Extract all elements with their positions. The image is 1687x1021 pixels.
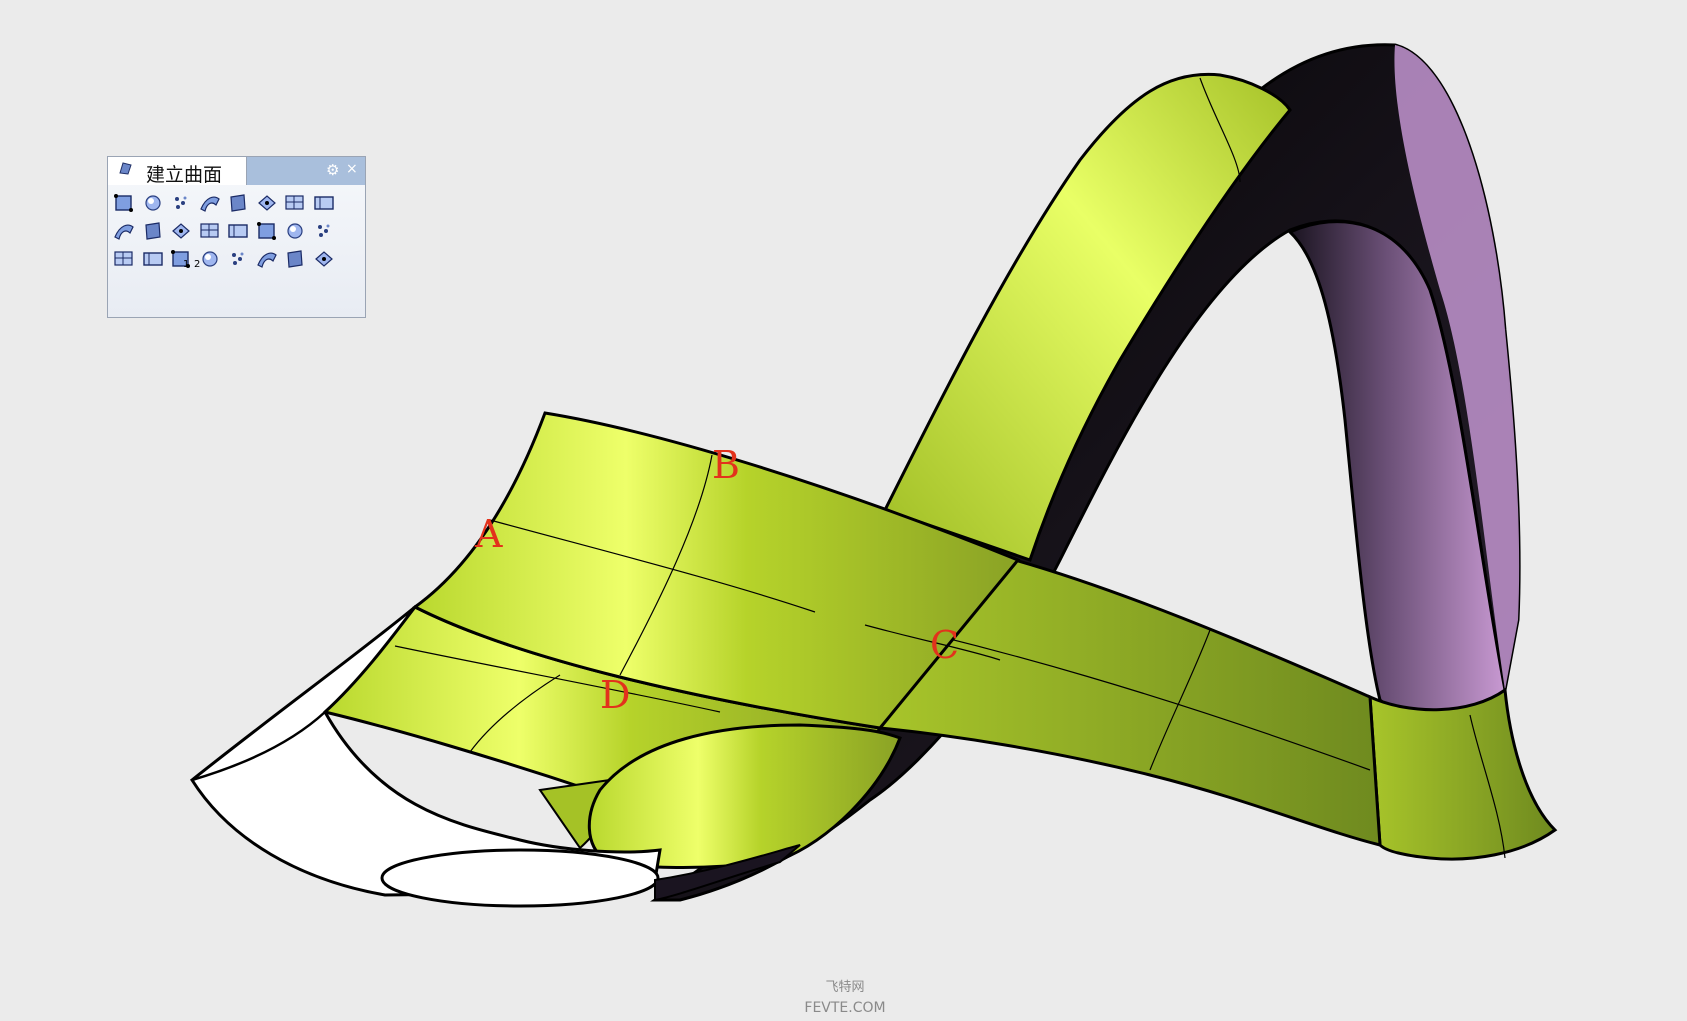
- gear-icon[interactable]: ⚙: [326, 162, 339, 178]
- revolve-surface-icon[interactable]: [198, 247, 222, 271]
- cone-surface-icon-glyph: [317, 224, 329, 237]
- watermark-en: FEVTE.COM: [804, 1000, 886, 1016]
- create-surface-toolbar[interactable]: 建立曲面 ⚙ × 12: [107, 156, 366, 318]
- sole-outline: [380, 848, 660, 908]
- patch-surface-icon-glyph: [230, 194, 246, 212]
- blend-surface-icon[interactable]: [255, 219, 279, 243]
- point-label-a: A: [474, 512, 503, 556]
- rail-revolve-surface-icon-glyph: [232, 252, 244, 265]
- drape-surface-icon[interactable]: [141, 247, 165, 271]
- surface-from-points-icon-glyph: [114, 194, 133, 212]
- edge-surface-icon[interactable]: [255, 191, 279, 215]
- sweep-surface-icon-glyph: [199, 196, 220, 212]
- toolbar-header[interactable]: 建立曲面 ⚙ ×: [108, 157, 365, 186]
- point-label-b: B: [712, 443, 740, 487]
- sphere-patch-icon[interactable]: [141, 191, 165, 215]
- rail-revolve-surface-icon[interactable]: [226, 247, 250, 271]
- sweep-two-rail-mark: 2: [194, 259, 201, 270]
- blend-surface-icon-glyph: [256, 222, 276, 240]
- network-points-icon-glyph: [175, 196, 187, 209]
- watermark-cn: 飞特网: [825, 980, 865, 995]
- cap-surface-icon[interactable]: [255, 247, 279, 271]
- edge-surface-icon-glyph: [257, 195, 276, 211]
- cone-surface-icon[interactable]: [312, 219, 336, 243]
- loft-surface-icon[interactable]: [226, 219, 250, 243]
- sweep-two-rail-icon[interactable]: [169, 247, 193, 271]
- planar-grid-icon[interactable]: [283, 191, 307, 215]
- surface-tab-icon: [119, 162, 132, 175]
- drape-surface-icon-glyph: [142, 252, 163, 266]
- surface-from-points-icon[interactable]: [112, 191, 136, 215]
- toolbar-title: 建立曲面: [146, 164, 223, 186]
- point-label-c: C: [930, 623, 959, 667]
- grid-points-icon-glyph: [314, 251, 333, 267]
- shoe-surface-model[interactable]: A B C D: [0, 0, 1687, 1021]
- extrude-straight-icon[interactable]: [169, 219, 193, 243]
- close-icon[interactable]: ×: [346, 161, 358, 177]
- revolve-surface-icon-glyph: [201, 251, 218, 267]
- watermark: 飞特网 FEVTE.COM: [760, 978, 930, 1018]
- fill-surface-icon[interactable]: [283, 247, 307, 271]
- rail-revolve-icon-glyph: [144, 222, 161, 240]
- rectangle-plane-icon[interactable]: [312, 191, 336, 215]
- patch-surface-icon[interactable]: [226, 191, 250, 215]
- loft-surface-icon-glyph: [228, 224, 248, 238]
- sweep-one-rail-icon-glyph: [114, 251, 133, 266]
- bell-surface-icon[interactable]: [283, 219, 307, 243]
- network-points-icon[interactable]: [169, 191, 193, 215]
- rectangle-plane-icon-glyph: [313, 196, 334, 210]
- heightfield-image-icon[interactable]: [198, 219, 222, 243]
- fill-surface-icon-glyph: [287, 250, 303, 268]
- rail-revolve-icon[interactable]: [141, 219, 165, 243]
- extrude-straight-icon-glyph: [172, 223, 190, 239]
- planar-grid-icon-glyph: [285, 195, 304, 210]
- toolbar-tab[interactable]: 建立曲面: [108, 157, 247, 186]
- sweep-one-rail-mark: 1: [183, 259, 190, 270]
- sweep-two-rail-icon-glyph: [171, 250, 190, 268]
- extrude-curve-icon[interactable]: [112, 219, 136, 243]
- heightfield-image-icon-glyph: [199, 223, 219, 238]
- heel-back-block: [1368, 687, 1558, 861]
- point-label-d: D: [600, 673, 630, 717]
- cap-surface-icon-glyph: [256, 252, 277, 268]
- viewport-3d[interactable]: A B C D 建立曲面 ⚙ × 12 飞特网 FEVTE.COM: [0, 0, 1687, 1021]
- sphere-patch-icon-glyph: [144, 195, 161, 211]
- grid-points-icon[interactable]: [312, 247, 336, 271]
- extrude-curve-icon-glyph: [114, 224, 134, 240]
- bell-surface-icon-glyph: [287, 223, 303, 239]
- sweep-surface-icon[interactable]: [198, 191, 222, 215]
- sweep-one-rail-icon[interactable]: [112, 247, 136, 271]
